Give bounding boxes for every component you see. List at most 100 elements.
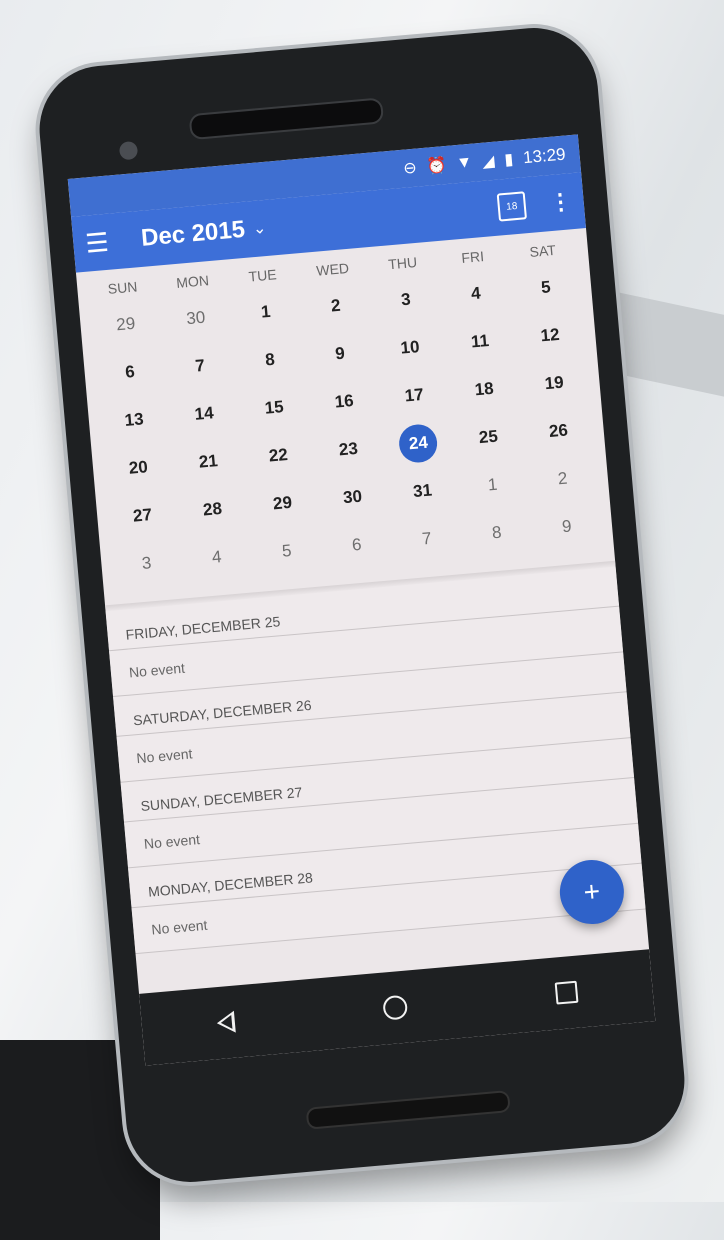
day-cell[interactable]: 21 <box>172 449 244 475</box>
day-number: 23 <box>338 438 359 460</box>
signal-icon: ◢ <box>481 152 496 171</box>
day-cell[interactable]: 29 <box>90 311 162 337</box>
do-not-disturb-icon: ⊖ <box>402 159 418 178</box>
day-number: 26 <box>548 420 569 442</box>
day-cell[interactable]: 17 <box>378 383 450 409</box>
day-cell[interactable]: 11 <box>444 329 516 355</box>
day-cell[interactable]: 8 <box>234 347 306 373</box>
day-cell[interactable]: 6 <box>321 532 393 558</box>
day-cell-selected[interactable]: 24 <box>382 421 455 465</box>
alarm-icon: ⏰ <box>425 156 448 176</box>
day-cell[interactable]: 7 <box>164 353 236 379</box>
month-grid: SUN MON TUE WED THU FRI SAT 29 30 1 2 3 4 5 6 7 8 9 10 11 1… <box>76 228 614 591</box>
day-cell[interactable]: 4 <box>440 281 512 307</box>
phone-device: ⊖ ⏰ ▼ ◢ ▮ 13:29 ☰ Dec 2015 ⌄ 18 ⋮ SUN MON… <box>34 22 690 1188</box>
day-cell[interactable]: 18 <box>448 377 520 403</box>
day-number: 11 <box>470 330 490 352</box>
day-number: 25 <box>478 426 499 448</box>
day-cell[interactable]: 19 <box>518 370 590 396</box>
day-number: 15 <box>263 397 285 418</box>
day-cell[interactable]: 13 <box>98 407 170 433</box>
day-cell[interactable]: 29 <box>247 491 319 517</box>
day-number: 31 <box>412 480 433 502</box>
front-camera <box>118 140 139 161</box>
day-cell[interactable]: 2 <box>300 293 372 319</box>
day-cell[interactable]: 23 <box>313 437 385 463</box>
day-cell[interactable]: 30 <box>317 484 389 510</box>
day-cell[interactable]: 9 <box>531 514 603 540</box>
day-cell[interactable]: 14 <box>168 401 240 427</box>
day-number: 22 <box>268 444 289 466</box>
day-number: 29 <box>115 313 136 335</box>
day-number: 27 <box>132 505 153 526</box>
day-number: 7 <box>194 355 206 376</box>
recent-apps-icon[interactable] <box>554 980 579 1005</box>
day-cell[interactable]: 7 <box>391 526 463 552</box>
day-cell[interactable]: 10 <box>374 335 446 361</box>
day-number: 4 <box>470 283 482 304</box>
day-cell[interactable]: 28 <box>177 497 249 523</box>
day-cell[interactable]: 5 <box>251 538 323 564</box>
day-cell[interactable]: 5 <box>510 275 582 301</box>
menu-icon[interactable]: ☰ <box>84 225 127 259</box>
day-number: 3 <box>400 289 412 310</box>
day-number: 30 <box>185 307 207 329</box>
day-number: 20 <box>128 457 149 478</box>
chevron-down-icon[interactable]: ⌄ <box>252 218 267 239</box>
day-number: 6 <box>351 534 363 555</box>
day-number: 29 <box>272 492 293 514</box>
screen: ⊖ ⏰ ▼ ◢ ▮ 13:29 ☰ Dec 2015 ⌄ 18 ⋮ SUN MON… <box>67 134 656 1066</box>
day-cell[interactable]: 12 <box>514 323 586 349</box>
day-number: 8 <box>491 522 503 543</box>
day-number: 1 <box>260 301 272 322</box>
day-number: 18 <box>473 378 495 400</box>
day-cell[interactable]: 31 <box>387 478 459 504</box>
day-number: 16 <box>333 390 355 412</box>
weekday-label: TUE <box>247 266 278 285</box>
day-cell[interactable]: 26 <box>523 418 595 444</box>
day-cell[interactable]: 3 <box>111 551 183 577</box>
day-cell[interactable]: 3 <box>370 287 442 313</box>
day-cell[interactable]: 6 <box>94 359 166 385</box>
home-icon[interactable] <box>382 994 409 1021</box>
day-cell[interactable]: 22 <box>242 443 314 469</box>
weekday-label: MON <box>175 272 210 291</box>
day-cell[interactable]: 20 <box>102 455 174 481</box>
weekday-label: FRI <box>460 248 485 266</box>
day-number: 9 <box>334 343 346 364</box>
weekday-label: SAT <box>528 241 557 261</box>
day-cell[interactable]: 25 <box>453 424 525 450</box>
day-cell[interactable]: 30 <box>160 305 232 331</box>
today-calendar-icon[interactable]: 18 <box>496 191 527 222</box>
day-cell[interactable]: 4 <box>181 544 253 570</box>
back-icon[interactable] <box>215 1010 236 1035</box>
day-cell[interactable]: 8 <box>461 520 533 546</box>
day-number: 5 <box>540 277 552 298</box>
day-cell[interactable]: 9 <box>304 341 376 367</box>
day-number: 24 <box>397 422 440 465</box>
day-cell[interactable]: 16 <box>308 389 380 415</box>
weeks-container: 29 30 1 2 3 4 5 6 7 8 9 10 11 12 13 14 15 16 17 18 19 20 21 22 2… <box>89 261 604 591</box>
day-number: 9 <box>561 516 573 537</box>
wifi-icon: ▼ <box>455 153 473 173</box>
weekday-label: WED <box>315 259 350 279</box>
day-number: 10 <box>399 337 421 358</box>
day-number: 5 <box>281 540 293 561</box>
day-cell[interactable]: 2 <box>527 466 599 492</box>
nav-bar <box>139 949 656 1066</box>
month-title[interactable]: Dec 2015 <box>140 216 246 253</box>
more-options-icon[interactable]: ⋮ <box>549 188 573 216</box>
day-number: 4 <box>211 547 223 567</box>
day-cell[interactable]: 1 <box>230 299 302 325</box>
bottom-speaker <box>305 1090 511 1130</box>
day-cell[interactable]: 1 <box>457 472 529 498</box>
day-number: 8 <box>264 349 276 370</box>
day-number: 6 <box>124 361 136 382</box>
day-number: 19 <box>543 372 565 394</box>
day-number: 2 <box>557 468 569 489</box>
day-cell[interactable]: 15 <box>238 395 310 421</box>
day-cell[interactable]: 27 <box>107 503 179 529</box>
day-number: 17 <box>403 384 425 406</box>
weekday-label: THU <box>387 253 418 273</box>
day-number: 14 <box>193 403 215 424</box>
